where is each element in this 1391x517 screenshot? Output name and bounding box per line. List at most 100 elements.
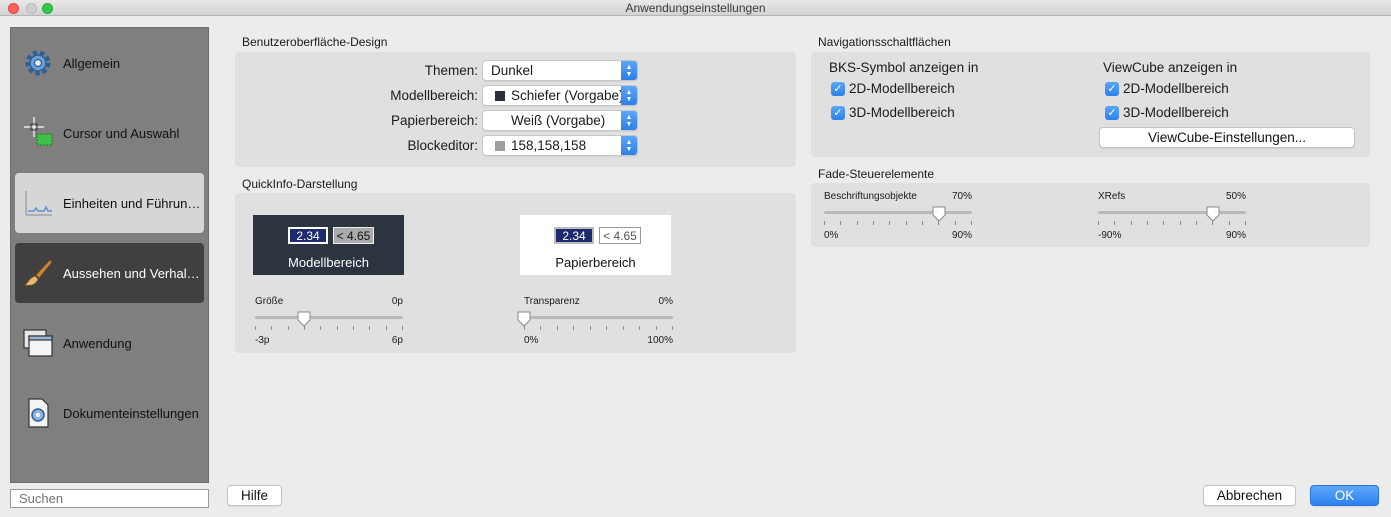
slider-tick <box>590 326 591 330</box>
checkmark-icon: ✓ <box>1105 105 1119 120</box>
units-ruler-icon <box>21 186 55 220</box>
viewcube-settings-button[interactable]: ViewCube-Einstellungen... <box>1099 127 1355 148</box>
paper-space-preview: 2.34 < 4.65 Papierbereich <box>520 215 671 275</box>
size-slider-title: Größe <box>255 296 284 307</box>
search-input[interactable] <box>10 489 209 508</box>
slider-tick <box>656 326 657 330</box>
size-slider-value: 0p <box>391 296 403 307</box>
size-slider-min: -3p <box>255 335 270 346</box>
ok-button[interactable]: OK <box>1310 485 1379 506</box>
size-slider-track[interactable] <box>255 316 403 319</box>
slider-tick <box>1114 221 1115 225</box>
slider-tick <box>889 221 890 225</box>
viewcube-2d-checkbox[interactable]: ✓ 2D-Modellbereich <box>1105 81 1229 96</box>
slider-tick <box>623 326 624 330</box>
sidebar: Allgemein Cursor und Auswahl Einheiten u… <box>10 27 209 483</box>
slider-tick <box>353 326 354 330</box>
slider-tick <box>1229 221 1230 225</box>
ui-design-title: Benutzeroberfläche-Design <box>242 35 388 49</box>
block-editor-select[interactable]: 158,158,158 ▲ ▼ <box>482 135 638 156</box>
transparency-slider-thumb[interactable] <box>517 311 531 327</box>
model-space-preview: 2.34 < 4.65 Modellbereich <box>253 215 404 275</box>
quickinfo-value-box: 2.34 <box>288 227 328 244</box>
slider-tick <box>1163 221 1164 225</box>
sidebar-item-aussehen[interactable]: Aussehen und Verhalten <box>15 243 204 303</box>
transparency-slider-value: 0% <box>658 296 673 307</box>
quickinfo-title: QuickInfo-Darstellung <box>242 177 358 191</box>
sidebar-item-label: Allgemein <box>63 55 121 71</box>
theme-select[interactable]: Dunkel ▲ ▼ <box>482 60 638 81</box>
transparency-slider-min: 0% <box>524 335 539 346</box>
sidebar-item-allgemein[interactable]: Allgemein <box>15 33 204 93</box>
paper-space-select[interactable]: Weiß (Vorgabe) ▲ ▼ <box>482 110 638 131</box>
slider-tick <box>873 221 874 225</box>
transparency-slider-track[interactable] <box>524 316 673 319</box>
slider-tick <box>271 326 272 330</box>
slider-tick <box>1196 221 1197 225</box>
size-slider-max: 6p <box>391 335 403 346</box>
slider-tick <box>402 326 403 330</box>
transparency-slider-title: Transparenz <box>524 296 580 307</box>
sidebar-item-cursor[interactable]: Cursor und Auswahl <box>15 103 204 163</box>
slider-tick <box>288 326 289 330</box>
sidebar-item-label: Aussehen und Verhalten <box>63 265 201 281</box>
paintbrush-icon <box>21 256 55 290</box>
xrefs-slider-thumb[interactable] <box>1206 206 1220 222</box>
slider-tick <box>1098 221 1099 225</box>
window-title: Anwendungseinstellungen <box>625 1 766 15</box>
xrefs-slider-max: 90% <box>1225 230 1246 241</box>
annotation-slider-track[interactable] <box>824 211 972 214</box>
annotation-slider-title: Beschriftungsobjekte <box>824 191 917 202</box>
title-bar: Anwendungseinstellungen <box>0 0 1391 16</box>
size-slider-ticks <box>255 326 403 331</box>
annotation-slider-min: 0% <box>824 230 839 241</box>
size-slider-thumb[interactable] <box>297 311 311 327</box>
model-space-select[interactable]: Schiefer (Vorgabe) ▲ ▼ <box>482 85 638 106</box>
slider-tick <box>369 326 370 330</box>
slider-tick <box>320 326 321 330</box>
sidebar-item-label: Einheiten und Führungslinien <box>63 195 201 211</box>
xrefs-slider-ticks <box>1098 221 1246 226</box>
slider-tick <box>1180 221 1181 225</box>
slider-tick <box>386 326 387 330</box>
sidebar-item-einheiten[interactable]: Einheiten und Führungslinien <box>15 173 204 233</box>
ucs-2d-checkbox[interactable]: ✓ 2D-Modellbereich <box>831 81 955 96</box>
quickinfo-value-box: 2.34 <box>554 227 594 244</box>
slider-tick <box>255 326 256 330</box>
sidebar-item-anwendung[interactable]: Anwendung <box>15 313 204 373</box>
slider-tick <box>824 221 825 225</box>
viewcube-3d-checkbox[interactable]: ✓ 3D-Modellbereich <box>1105 105 1229 120</box>
slider-tick <box>1245 221 1246 225</box>
slider-tick <box>540 326 541 330</box>
slider-tick <box>1131 221 1132 225</box>
cancel-button[interactable]: Abbrechen <box>1203 485 1296 506</box>
xrefs-slider-min: -90% <box>1098 230 1122 241</box>
annotation-slider-max: 90% <box>951 230 972 241</box>
slider-tick <box>672 326 673 330</box>
preview-label: Papierbereich <box>555 255 636 270</box>
select-arrows-icon: ▲ ▼ <box>621 61 637 80</box>
sidebar-item-label: Cursor und Auswahl <box>63 125 180 141</box>
document-gear-icon <box>21 396 55 430</box>
slider-tick <box>557 326 558 330</box>
help-button[interactable]: Hilfe <box>227 485 282 506</box>
navigation-title: Navigationsschaltflächen <box>818 35 951 49</box>
transparency-slider-ticks <box>524 326 673 331</box>
model-space-label: Modellbereich: <box>390 88 478 103</box>
select-arrows-icon: ▲ ▼ <box>621 86 637 105</box>
annotation-slider-thumb[interactable] <box>932 206 946 222</box>
sidebar-item-dokumenteinstellungen[interactable]: Dokumenteinstellungen <box>15 383 204 443</box>
checkmark-icon: ✓ <box>1105 81 1119 96</box>
xrefs-slider-value: 50% <box>1225 191 1246 202</box>
annotation-slider-value: 70% <box>951 191 972 202</box>
slider-tick <box>922 221 923 225</box>
theme-label: Themen: <box>424 63 478 78</box>
xrefs-slider-track[interactable] <box>1098 211 1246 214</box>
slider-tick <box>857 221 858 225</box>
gear-icon <box>21 46 55 80</box>
block-editor-label: Blockeditor: <box>407 138 478 153</box>
fade-title: Fade-Steuerelemente <box>818 167 935 181</box>
annotation-slider-ticks <box>824 221 972 226</box>
ucs-3d-checkbox[interactable]: ✓ 3D-Modellbereich <box>831 105 955 120</box>
sidebar-item-label: Anwendung <box>63 335 132 351</box>
